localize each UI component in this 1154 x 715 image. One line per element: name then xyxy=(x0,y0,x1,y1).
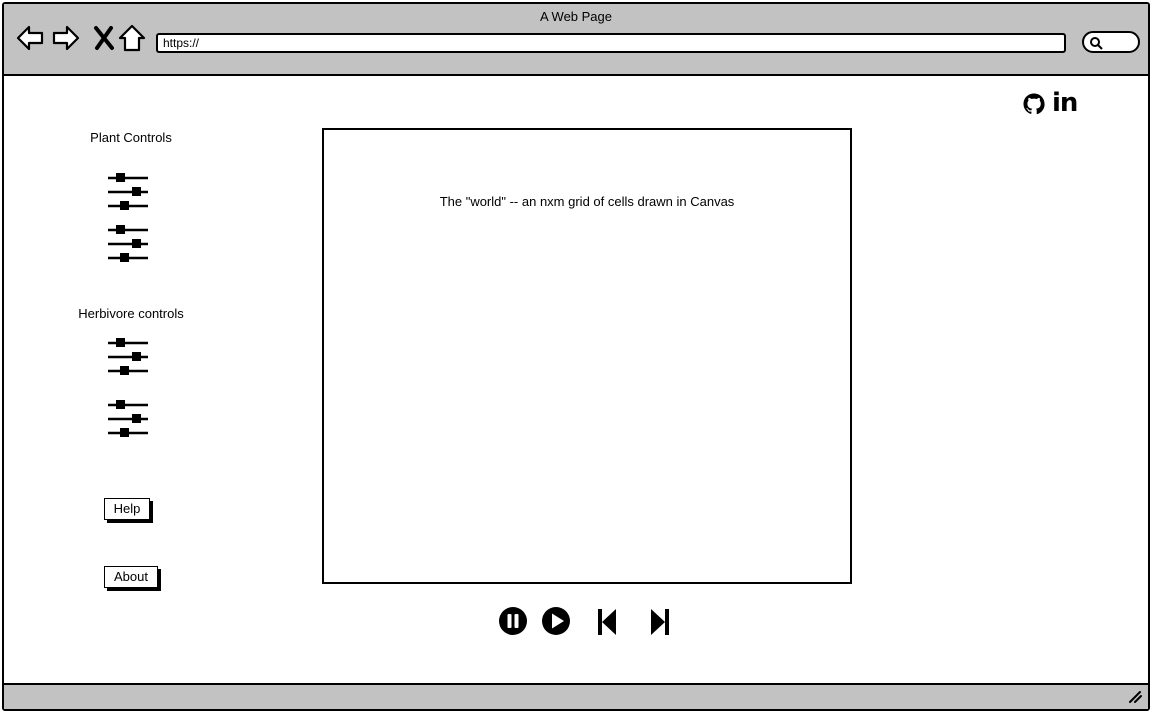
herbivore-sliders-icon-2[interactable] xyxy=(106,399,150,439)
forward-arrow-icon[interactable] xyxy=(52,24,80,52)
browser-toolbar: A Web Page https:// xyxy=(4,4,1148,76)
play-icon[interactable] xyxy=(541,606,571,636)
window-title: A Web Page xyxy=(539,9,613,24)
canvas-label: The "world" -- an nxm grid of cells draw… xyxy=(439,194,735,209)
plant-controls-title: Plant Controls xyxy=(90,130,172,145)
herbivore-sliders-icon-1[interactable] xyxy=(106,337,150,377)
about-button[interactable]: About xyxy=(104,566,158,588)
help-button[interactable]: Help xyxy=(104,498,150,520)
home-icon[interactable] xyxy=(118,24,146,52)
plant-sliders-icon-2[interactable] xyxy=(106,224,150,264)
url-input[interactable]: https:// xyxy=(156,33,1066,53)
skip-forward-icon[interactable] xyxy=(649,607,673,637)
browser-window: A Web Page https:// in Plant Controls He… xyxy=(2,2,1150,711)
search-icon xyxy=(1090,37,1103,50)
plant-sliders-icon-1[interactable] xyxy=(106,172,150,212)
github-icon[interactable] xyxy=(1022,92,1046,116)
pause-icon[interactable] xyxy=(498,606,528,636)
back-arrow-icon[interactable] xyxy=(16,24,44,52)
skip-back-icon[interactable] xyxy=(596,607,620,637)
status-bar xyxy=(4,683,1148,709)
resize-grip-icon[interactable] xyxy=(1128,691,1142,703)
search-field[interactable] xyxy=(1082,31,1140,53)
world-canvas[interactable]: The "world" -- an nxm grid of cells draw… xyxy=(322,128,852,584)
herbivore-controls-title: Herbivore controls xyxy=(78,306,184,321)
close-icon[interactable] xyxy=(90,24,118,52)
linkedin-icon[interactable]: in xyxy=(1052,88,1078,118)
